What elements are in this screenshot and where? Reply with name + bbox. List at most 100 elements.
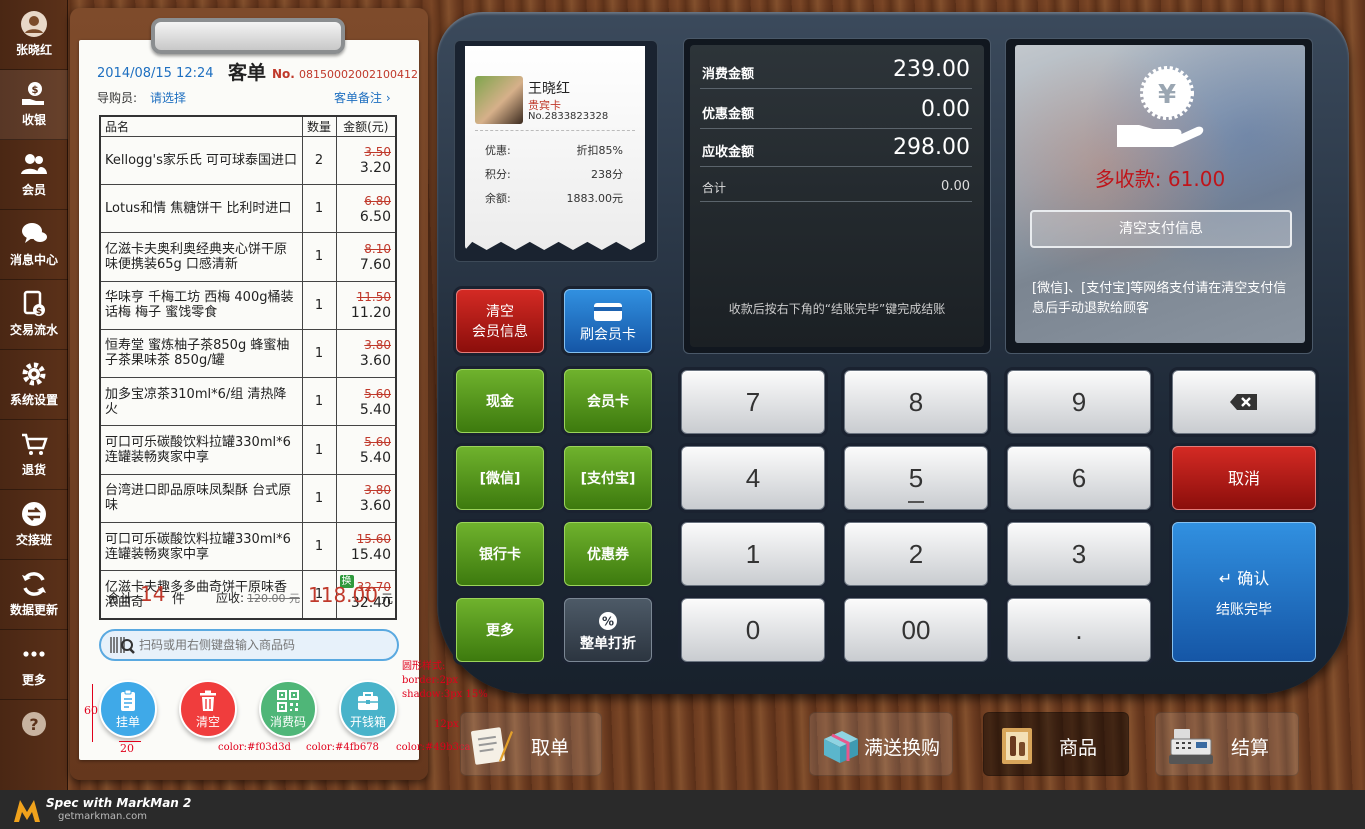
nav-shift[interactable]: 交接班 xyxy=(0,490,68,560)
item-name: Kellogg's家乐氏 可可球泰国进口 xyxy=(99,135,303,186)
guide-label: 导购员: xyxy=(97,91,138,105)
hang-order-label: 挂单 xyxy=(115,715,140,729)
item-name: 台湾进口即品原味凤梨酥 台式原味 xyxy=(99,473,303,523)
annotation-color-green: color:#4fb678 xyxy=(306,742,379,753)
table-row[interactable]: Lotus和情 焦糖饼干 比利时进口 1 6.80 6.50 xyxy=(99,184,397,234)
coupon-button[interactable]: 优惠券 xyxy=(564,522,652,586)
enter-icon: ↵ xyxy=(1218,569,1233,588)
table-row[interactable]: 加多宝凉茶310ml*6/组 清热降火 1 5.60 5.40 xyxy=(99,377,397,427)
order-table: 品名 数量 金额(元) Kellogg's家乐氏 可可球泰国进口 2 3.50 3.2… xyxy=(99,115,397,620)
message-icon xyxy=(22,223,47,243)
consume-code-button[interactable]: 消费码 xyxy=(259,680,317,738)
svg-text:¥: ¥ xyxy=(1158,80,1176,110)
member-discount-label: 优惠: xyxy=(485,144,511,157)
member-discount-value: 折扣85% xyxy=(576,144,623,157)
nav-settings[interactable]: 系统设置 xyxy=(0,350,68,420)
key-4[interactable]: 4 xyxy=(681,446,825,510)
goods-button[interactable]: 商品 xyxy=(983,712,1129,776)
backspace-key[interactable] xyxy=(1172,370,1316,434)
wechat-button[interactable]: [微信] xyxy=(456,446,544,510)
percent-badge-icon: % xyxy=(599,612,617,630)
item-qty: 1 xyxy=(301,328,337,379)
member-balance-value: 1883.00元 xyxy=(566,192,624,205)
shift-icon xyxy=(22,502,46,526)
swipe-card-label: 刷会员卡 xyxy=(580,327,636,343)
clear-member-button[interactable]: 清空 会员信息 xyxy=(456,289,544,353)
item-old-price: 3.80 xyxy=(364,483,391,498)
overpay-label: 多收款: xyxy=(1094,167,1162,191)
nav-help[interactable]: ? xyxy=(0,700,68,780)
key-00[interactable]: 00 xyxy=(844,598,988,662)
table-row[interactable]: 华味亨 千梅工坊 西梅 400g桶装 话梅 梅子 蜜饯零食 1 11.50 11.20 xyxy=(99,280,397,330)
card-icon xyxy=(594,303,622,321)
due-amount: 118.00 xyxy=(308,583,378,607)
bank-card-button[interactable]: 银行卡 xyxy=(456,522,544,586)
item-name: 恒寿堂 蜜炼柚子茶850g 蜂蜜柚子茶果味茶 850g/罐 xyxy=(99,328,303,379)
cash-button[interactable]: 现金 xyxy=(456,369,544,433)
key-6[interactable]: 6 xyxy=(1007,446,1151,510)
item-qty: 1 xyxy=(301,232,337,282)
nav-data-update[interactable]: 数据更新 xyxy=(0,560,68,630)
sum-label: 合计 xyxy=(702,181,727,195)
order-note-link[interactable]: 客单备注 › xyxy=(334,89,391,106)
search-input[interactable] xyxy=(139,635,389,655)
more-payment-button[interactable]: 更多 xyxy=(456,598,544,662)
table-row[interactable]: 可口可乐碳酸饮料拉罐330ml*6连罐装畅爽家中享 1 5.60 5.40 xyxy=(99,425,397,475)
order-note-text: 客单备注 xyxy=(334,91,383,105)
total-unit: 件 xyxy=(172,592,186,607)
due-amount-value: 298.00 xyxy=(893,135,970,160)
nav-members[interactable]: 会员 xyxy=(0,140,68,210)
nav-user[interactable]: 张晓红 xyxy=(0,0,68,70)
key-8[interactable]: 8 xyxy=(844,370,988,434)
table-row[interactable]: 可口可乐碳酸饮料拉罐330ml*6连罐装畅爽家中享 1 15.60 15.40 xyxy=(99,521,397,572)
discount-amount-value: 0.00 xyxy=(921,97,970,122)
markman-brand: Spec with MarkMan 2 xyxy=(46,796,192,810)
item-qty: 1 xyxy=(301,521,337,572)
nav-messages[interactable]: 消息中心 xyxy=(0,210,68,280)
key-1[interactable]: 1 xyxy=(681,522,825,586)
table-row[interactable]: Kellogg's家乐氏 可可球泰国进口 2 3.50 3.20 xyxy=(99,135,397,186)
nav-more[interactable]: 更多 xyxy=(0,630,68,700)
item-new-price: 3.20 xyxy=(359,160,391,177)
settle-button[interactable]: 结算 xyxy=(1155,712,1299,776)
clear-payment-button[interactable]: 清空支付信息 xyxy=(1030,210,1292,248)
open-cashbox-button[interactable]: 开钱箱 xyxy=(339,680,397,738)
hang-order-button[interactable]: 挂单 xyxy=(99,680,157,738)
total-label: 合计 xyxy=(107,592,134,607)
alipay-button[interactable]: [支付宝] xyxy=(564,446,652,510)
key-2[interactable]: 2 xyxy=(844,522,988,586)
table-row[interactable]: 亿滋卡夫奥利奥经典夹心饼干原味便携装65g 口感清新 1 8.10 7.60 xyxy=(99,232,397,282)
whole-discount-label: 整单打折 xyxy=(580,636,636,652)
item-amount: 6.80 6.50 xyxy=(335,184,397,234)
key-0[interactable]: 0 xyxy=(681,598,825,662)
goods-label: 商品 xyxy=(1059,737,1098,759)
guide-select[interactable]: 请选择 xyxy=(150,89,186,106)
nav-transactions[interactable]: $ 交易流水 xyxy=(0,280,68,350)
table-row[interactable]: 恒寿堂 蜜炼柚子茶850g 蜂蜜柚子茶果味茶 850g/罐 1 3.80 3.60 xyxy=(99,328,397,379)
nav-return[interactable]: 退货 xyxy=(0,420,68,490)
member-card-button[interactable]: 会员卡 xyxy=(564,369,652,433)
consume-code-label: 消费码 xyxy=(269,715,306,729)
key-dot[interactable]: . xyxy=(1007,598,1151,662)
key-7[interactable]: 7 xyxy=(681,370,825,434)
confirm-line: ↵ 确认 xyxy=(1173,565,1315,589)
swipe-member-card-button[interactable]: 刷会员卡 xyxy=(564,289,652,353)
item-qty: 1 xyxy=(301,280,337,330)
checkout-hint: 收款后按右下角的“结账完毕”键完成结账 xyxy=(728,302,946,316)
search-box[interactable] xyxy=(99,629,399,661)
item-qty: 1 xyxy=(301,425,337,475)
cancel-button[interactable]: 取消 xyxy=(1172,446,1316,510)
nav-cashier[interactable]: $ 收银 xyxy=(0,70,68,140)
confirm-checkout-button[interactable]: ↵ 确认 结账完毕 xyxy=(1172,522,1316,662)
take-order-button[interactable]: 取单 xyxy=(460,712,602,776)
whole-order-discount-button[interactable]: % 整单打折 xyxy=(564,598,652,662)
clear-button[interactable]: 清空 xyxy=(179,680,237,738)
key-9[interactable]: 9 xyxy=(1007,370,1151,434)
item-name: Lotus和情 焦糖饼干 比利时进口 xyxy=(99,184,303,234)
promo-exchange-button[interactable]: 满送换购 xyxy=(809,712,953,776)
key-3[interactable]: 3 xyxy=(1007,522,1151,586)
table-row[interactable]: 台湾进口即品原味凤梨酥 台式原味 1 3.80 3.60 xyxy=(99,473,397,523)
total-count: 14 xyxy=(140,582,166,606)
trash-icon xyxy=(200,690,216,711)
clipboard-icon xyxy=(121,689,135,711)
